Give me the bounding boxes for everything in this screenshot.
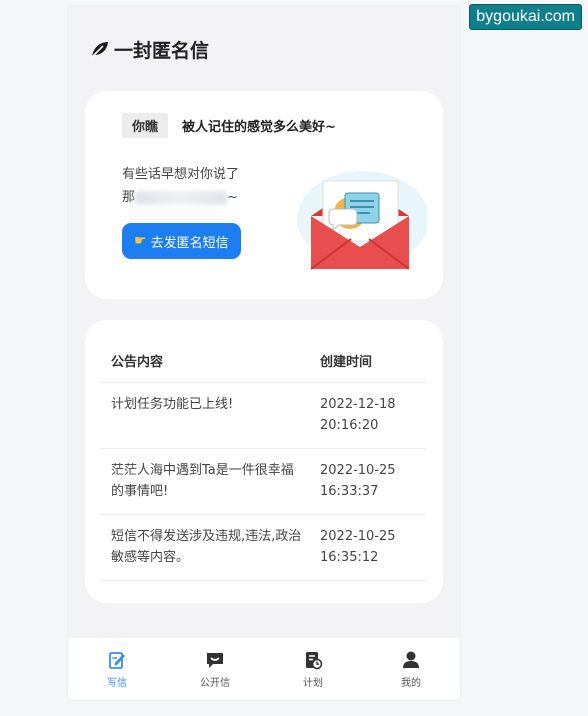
- notice-time: 2022-10-25 16:33:37: [320, 460, 426, 502]
- envelope-letter-icon: [297, 171, 427, 270]
- plan-icon: [306, 652, 323, 670]
- table-row[interactable]: 茫茫人海中遇到Ta是一件很幸福的事情吧! 2022-10-25 16:33:37: [100, 449, 426, 515]
- hero-desc-line2: 那 ~: [122, 186, 239, 209]
- pointing-hand-icon: ☛: [134, 233, 147, 249]
- notice-date: 2022-10-25: [320, 529, 396, 544]
- app-header: 一封匿名信: [90, 34, 209, 64]
- table-row[interactable]: 计划任务功能已上线! 2022-12-18 20:16:20: [100, 383, 426, 449]
- tab-plan[interactable]: 计划: [264, 638, 362, 700]
- tab-plan-label: 计划: [303, 678, 323, 689]
- hero-tag-row: 你瞧 被人记住的感觉多么美好~: [122, 113, 336, 138]
- notice-content: 短信不得发送涉及违规,违法,政治敏感等内容。: [111, 529, 302, 565]
- site-watermark: bygoukai.com: [469, 4, 582, 30]
- notice-content: 茫茫人海中遇到Ta是一件很幸福的事情吧!: [111, 463, 294, 499]
- header-content: 公告内容: [111, 354, 164, 370]
- user-icon: [403, 651, 419, 668]
- hero-desc-line2-end: ~: [227, 190, 238, 205]
- header-time: 创建时间: [320, 354, 373, 370]
- notice-time: 2022-10-25 16:35:12: [320, 526, 426, 568]
- hero-description: 有些话早想对你说了 那 ~: [122, 163, 239, 209]
- tab-mine-label: 我的: [401, 678, 421, 689]
- notice-table: 公告内容 创建时间 计划任务功能已上线! 2022-12-18 20:16:20…: [100, 342, 426, 581]
- tab-public-letter-label: 公开信: [200, 678, 230, 689]
- app-title: 一封匿名信: [114, 40, 210, 62]
- notice-time: 2022-12-18 20:16:20: [320, 394, 426, 436]
- message-icon: [207, 653, 223, 668]
- hero-desc-line2-start: 那: [122, 190, 136, 205]
- tab-mine[interactable]: 我的: [362, 638, 460, 700]
- notice-table-header: 公告内容 创建时间: [100, 342, 426, 383]
- write-icon: [109, 652, 125, 669]
- table-row[interactable]: 短信不得发送涉及违规,违法,政治敏感等内容。 2022-10-25 16:35:…: [100, 515, 426, 581]
- bottom-tab-bar: 写信 公开信 计划 我的: [68, 638, 460, 700]
- hero-card: 你瞧 被人记住的感觉多么美好~ 有些话早想对你说了 那 ~ ☛ 去发匿名短信: [85, 91, 443, 299]
- notice-content: 计划任务功能已上线!: [111, 397, 234, 412]
- leaf-icon: [91, 42, 108, 58]
- hero-desc-line1: 有些话早想对你说了: [122, 167, 240, 182]
- notice-date: 2022-10-25: [320, 463, 396, 478]
- notice-clock: 16:33:37: [320, 484, 379, 499]
- send-button-label: 去发匿名短信: [150, 235, 229, 251]
- notice-date: 2022-12-18: [320, 397, 396, 412]
- hero-tagline: 被人记住的感觉多么美好~: [182, 120, 336, 135]
- tab-write-label: 写信: [107, 678, 127, 689]
- notice-card: 公告内容 创建时间 计划任务功能已上线! 2022-12-18 20:16:20…: [85, 320, 443, 603]
- notice-clock: 20:16:20: [320, 418, 379, 433]
- send-anonymous-sms-button[interactable]: ☛ 去发匿名短信: [122, 223, 241, 259]
- tab-public-letter[interactable]: 公开信: [166, 638, 264, 700]
- blurred-text: [135, 190, 228, 205]
- tab-write[interactable]: 写信: [68, 638, 166, 700]
- app-screen: 一封匿名信 你瞧 被人记住的感觉多么美好~ 有些话早想对你说了 那 ~ ☛ 去发匿…: [68, 6, 460, 700]
- notice-clock: 16:35:12: [320, 550, 379, 565]
- hero-tag: 你瞧: [122, 113, 169, 138]
